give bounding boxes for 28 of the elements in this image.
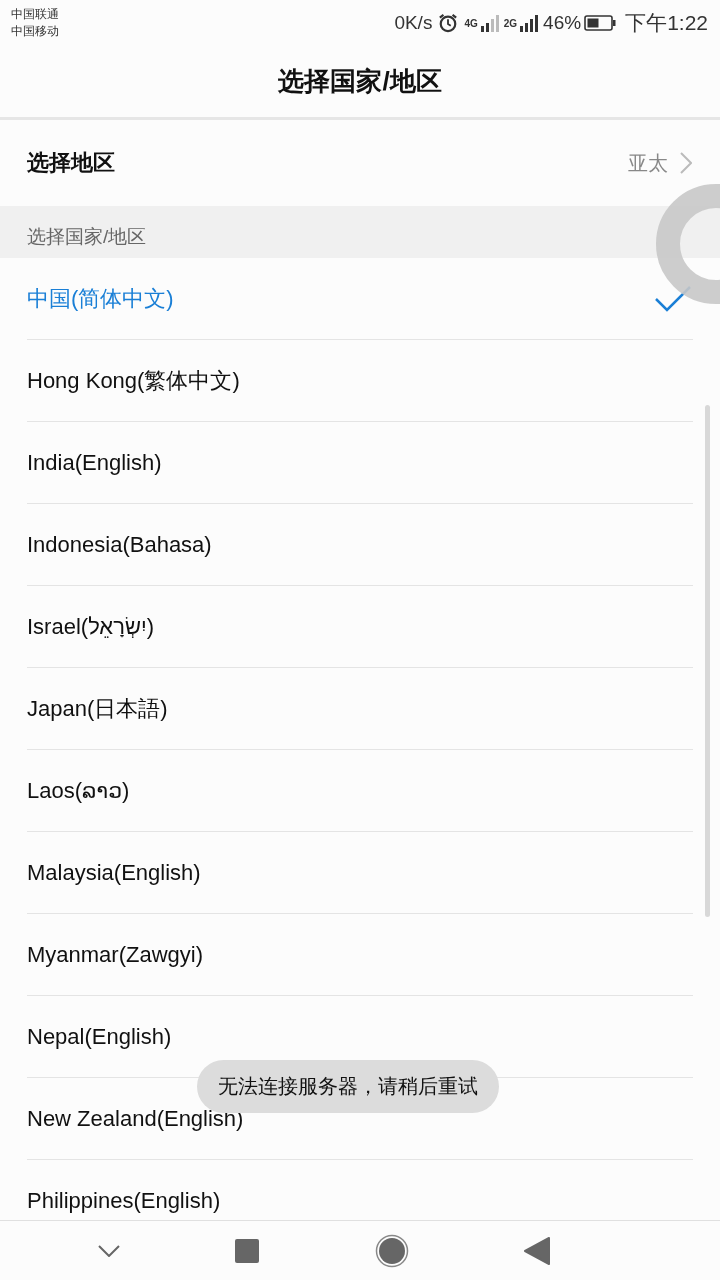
carrier-name: 中国联通 <box>11 6 59 22</box>
recent-apps-icon[interactable] <box>235 1238 260 1263</box>
signal-icon <box>520 13 541 32</box>
page-title: 选择国家/地区 <box>278 64 442 98</box>
country-item[interactable]: Hong Kong(繁体中文) <box>27 340 693 422</box>
country-item[interactable]: 中国(简体中文) <box>27 258 693 340</box>
battery-icon <box>584 14 617 31</box>
alarm-clock-icon <box>438 12 459 33</box>
country-item[interactable]: Malaysia(English) <box>27 832 693 914</box>
section-header: 选择国家/地区 <box>27 225 147 249</box>
network-type: 4G <box>464 17 478 29</box>
chevron-right-icon <box>680 152 692 174</box>
signal-icon <box>480 13 501 32</box>
clock-time: 下午1:22 <box>625 9 708 36</box>
country-item[interactable]: Myanmar(Zawgyi) <box>27 914 693 996</box>
home-icon[interactable] <box>374 1233 409 1268</box>
region-row[interactable]: 选择地区 亚太 <box>0 120 720 206</box>
back-icon[interactable] <box>524 1236 550 1265</box>
collapse-chevron-icon[interactable] <box>98 1244 120 1257</box>
country-item[interactable]: Japan(日本語) <box>27 668 693 750</box>
country-item[interactable]: Laos(ລາວ) <box>27 750 693 832</box>
country-item[interactable]: India(English) <box>27 422 693 504</box>
country-item[interactable]: Israel(יִשְׂרָאֵל) <box>27 586 693 668</box>
battery-percentage: 46% <box>543 11 582 34</box>
network-type: 2G <box>503 17 518 29</box>
network-speed: 0K/s <box>394 11 433 34</box>
carrier-name: 中国移动 <box>11 23 59 39</box>
country-item[interactable]: Indonesia(Bahasa) <box>27 504 693 586</box>
